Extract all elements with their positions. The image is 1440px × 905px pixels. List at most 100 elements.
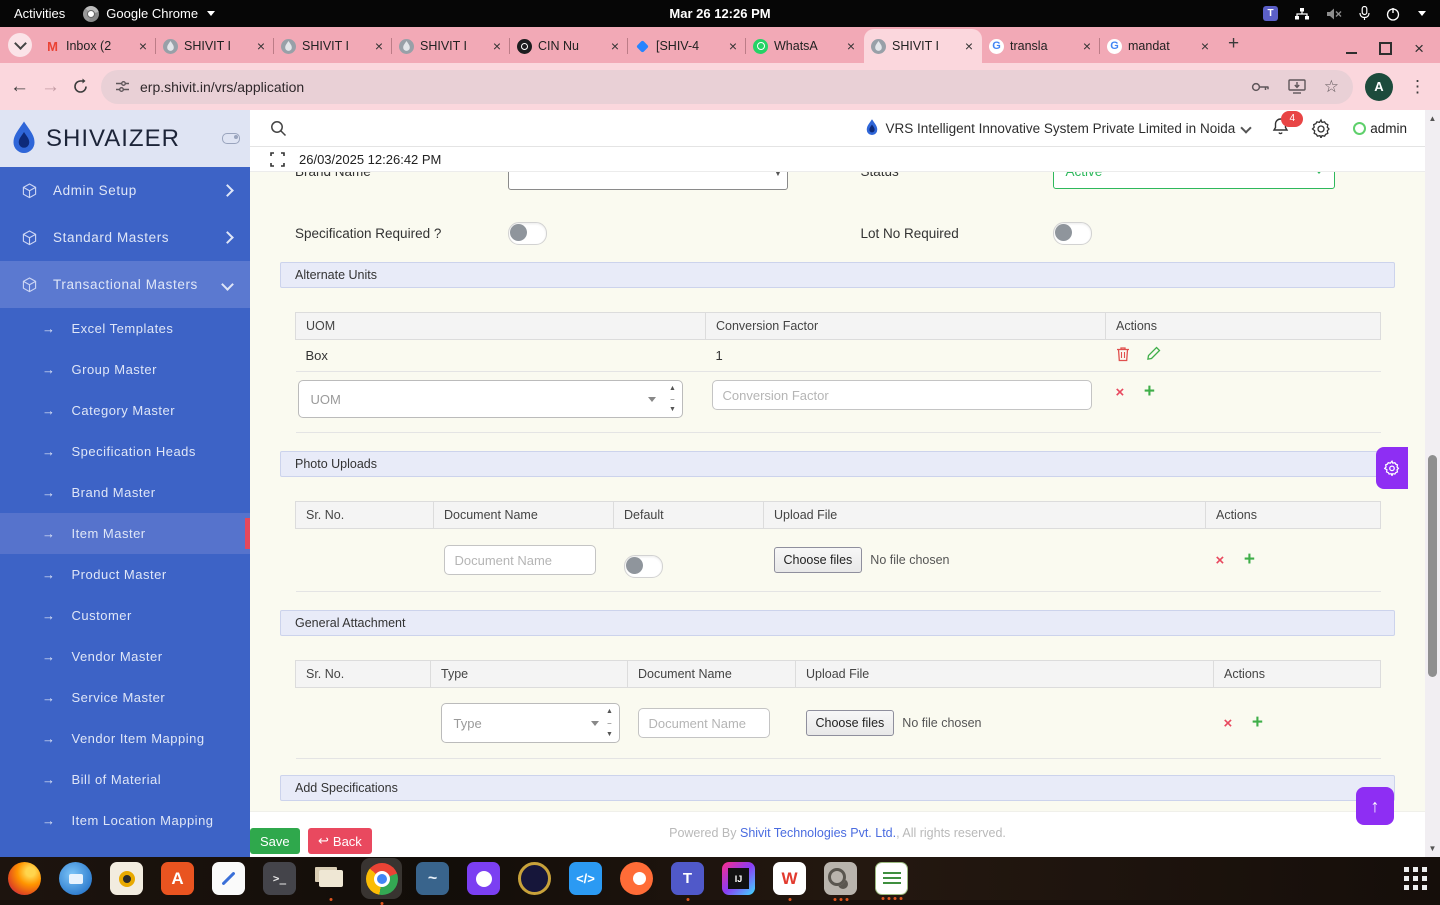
sidebar-item-group-master[interactable]: → Group Master — [0, 349, 250, 390]
add-row-icon[interactable]: + — [1244, 549, 1255, 570]
browser-scrollbar[interactable]: ▲ ▼ — [1425, 110, 1440, 857]
scroll-to-top-button[interactable]: ↑ — [1356, 787, 1394, 825]
conversion-factor-input[interactable] — [711, 380, 1092, 410]
sidebar-item-service-master[interactable]: → Service Master — [0, 677, 250, 718]
dock-chrome-icon[interactable] — [361, 858, 402, 905]
dock-text-editor-icon[interactable] — [212, 862, 245, 895]
tab-jira[interactable]: [SHIV-4 × — [628, 29, 746, 63]
dock-rhythmbox-icon[interactable] — [110, 862, 143, 895]
settings-gear-icon[interactable] — [1311, 118, 1331, 138]
restore-button[interactable] — [1379, 42, 1393, 55]
forward-button[interactable]: → — [41, 76, 60, 98]
power-icon[interactable] — [1386, 7, 1400, 21]
sidebar-item-customer[interactable]: → Customer — [0, 595, 250, 636]
teams-tray-icon[interactable]: T — [1263, 6, 1278, 21]
bookmark-star-icon[interactable]: ☆ — [1324, 77, 1339, 97]
status-select[interactable]: Active — [1052, 172, 1335, 189]
dock-postman-icon[interactable] — [620, 862, 653, 895]
profile-avatar[interactable]: A — [1365, 72, 1393, 101]
tab-mandate[interactable]: G mandat × — [1100, 29, 1218, 63]
theme-settings-fab[interactable] — [1376, 447, 1408, 489]
sidebar-item-bill-of-material[interactable]: → Bill of Material — [0, 759, 250, 800]
reload-button[interactable] — [72, 78, 89, 95]
scroll-up-arrow[interactable]: ▲ — [1429, 110, 1437, 127]
tab-translate[interactable]: G transla × — [982, 29, 1100, 63]
type-select[interactable]: Type ▲ – ▼ — [440, 703, 620, 743]
photo-document-name-input[interactable] — [443, 545, 596, 575]
brand-name-select[interactable]: –▼ — [508, 172, 788, 190]
dock-libreoffice-calc-icon[interactable] — [875, 862, 908, 900]
tab-close-icon[interactable]: × — [845, 39, 857, 53]
tab-shivit-3[interactable]: SHIVIT I × — [392, 29, 510, 63]
uom-select[interactable]: UOM ▲ – ▼ — [297, 380, 683, 418]
company-selector[interactable]: VRS Intelligent Innovative System Privat… — [865, 119, 1252, 137]
fullscreen-icon[interactable] — [270, 151, 285, 167]
remove-row-icon[interactable]: × — [1224, 715, 1233, 732]
dock-firefox-icon[interactable] — [8, 862, 41, 895]
url-text[interactable]: erp.shivit.in/vrs/application — [140, 79, 1241, 95]
tab-shivit-2[interactable]: SHIVIT I × — [274, 29, 392, 63]
spec-required-toggle[interactable] — [508, 221, 547, 245]
tab-close-icon[interactable]: × — [1199, 39, 1211, 53]
sidebar-item-admin-setup[interactable]: Admin Setup — [0, 167, 250, 214]
install-app-icon[interactable] — [1288, 79, 1306, 94]
search-icon[interactable] — [270, 120, 287, 137]
delete-icon[interactable] — [1116, 346, 1130, 365]
system-menu-caret-icon[interactable] — [1418, 11, 1426, 16]
attachment-document-name-input[interactable] — [637, 708, 770, 738]
dock-files-icon[interactable] — [314, 862, 347, 901]
remove-row-icon[interactable]: × — [1116, 384, 1125, 401]
dock-terminal-icon[interactable]: >_ — [263, 862, 296, 895]
edit-pencil-icon[interactable] — [1147, 346, 1161, 365]
dock-screenshot-tool-icon[interactable] — [824, 862, 857, 901]
lot-no-toggle[interactable] — [1052, 221, 1092, 245]
tab-close-icon[interactable]: × — [491, 39, 503, 53]
scrollbar-thumb[interactable] — [1428, 455, 1437, 677]
remove-row-icon[interactable]: × — [1216, 552, 1225, 569]
dock-thunderbird-icon[interactable] — [59, 862, 92, 895]
dock-ubuntu-software-icon[interactable]: A — [161, 862, 194, 895]
sidebar-item-category-master[interactable]: → Category Master — [0, 390, 250, 431]
browser-menu-icon[interactable]: ⋮ — [1405, 77, 1430, 97]
add-row-icon[interactable]: + — [1252, 712, 1263, 733]
tab-search-button[interactable] — [8, 33, 32, 57]
tab-shivit-active[interactable]: SHIVIT I × — [864, 29, 982, 63]
tab-close-icon[interactable]: × — [963, 39, 975, 53]
add-row-icon[interactable]: + — [1144, 381, 1155, 402]
tab-shivit-1[interactable]: SHIVIT I × — [156, 29, 274, 63]
dock-teams-icon[interactable]: T — [671, 862, 704, 901]
omnibox[interactable]: erp.shivit.in/vrs/application ☆ — [101, 69, 1353, 104]
back-button[interactable]: ← — [10, 76, 29, 98]
clock[interactable]: Mar 26 12:26 PM — [434, 6, 1006, 21]
tab-close-icon[interactable]: × — [373, 39, 385, 53]
sidebar-item-brand-master[interactable]: → Brand Master — [0, 472, 250, 513]
sidebar-item-item-master[interactable]: → Item Master — [0, 513, 250, 554]
sidebar-item-transactional-masters[interactable]: Transactional Masters — [0, 261, 250, 308]
tab-close-icon[interactable]: × — [137, 39, 149, 53]
activities-button[interactable]: Activities — [14, 6, 65, 21]
dock-vscode-icon[interactable]: </> — [569, 862, 602, 895]
sidebar-item-item-location-mapping[interactable]: → Item Location Mapping — [0, 800, 250, 841]
password-key-icon[interactable] — [1251, 81, 1270, 93]
sidebar-item-vendor-master[interactable]: → Vendor Master — [0, 636, 250, 677]
dock-mysql-workbench-icon[interactable]: ~ — [416, 862, 449, 895]
app-menu[interactable]: Google Chrome — [83, 5, 216, 22]
new-tab-button[interactable]: + — [1228, 33, 1239, 55]
tab-close-icon[interactable]: × — [255, 39, 267, 53]
sidebar-item-product-master[interactable]: → Product Master — [0, 554, 250, 595]
sidebar-item-specification-heads[interactable]: → Specification Heads — [0, 431, 250, 472]
close-window-button[interactable]: × — [1414, 40, 1424, 57]
dock-intellij-icon[interactable] — [722, 862, 755, 895]
sidebar-item-excel-templates[interactable]: → Excel Templates — [0, 308, 250, 349]
notifications-button[interactable]: 4 — [1272, 110, 1304, 140]
user-menu[interactable]: admin — [1353, 121, 1407, 136]
scroll-down-arrow[interactable]: ▼ — [1429, 840, 1437, 857]
tab-inbox[interactable]: M Inbox (2 × — [38, 29, 156, 63]
dock-github-desktop-icon[interactable] — [467, 862, 500, 895]
dock-app-grid-icon[interactable] — [1399, 862, 1432, 895]
tab-close-icon[interactable]: × — [1081, 39, 1093, 53]
minimize-button[interactable] — [1346, 44, 1358, 54]
sidebar-item-standard-masters[interactable]: Standard Masters — [0, 214, 250, 261]
scrollbar-track[interactable] — [1425, 127, 1440, 840]
shivit-link[interactable]: Shivit Technologies Pvt. Ltd. — [740, 826, 896, 840]
